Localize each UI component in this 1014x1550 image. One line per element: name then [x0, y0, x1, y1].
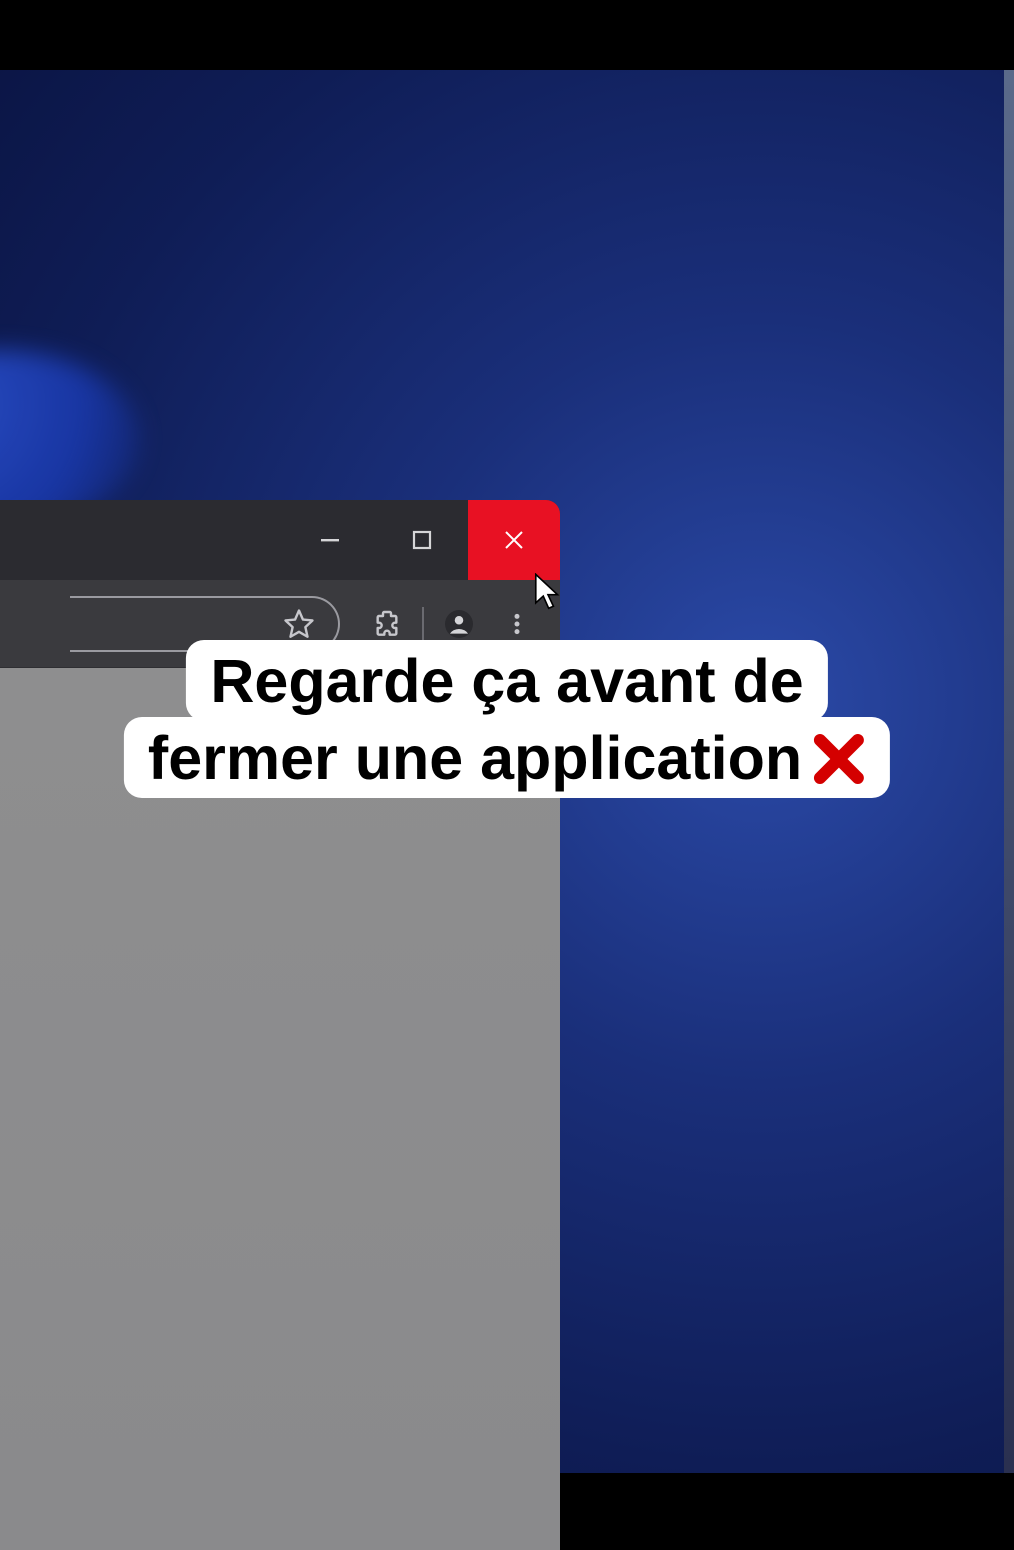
caption-overlay: Regarde ça avant de fermer une applicati… — [124, 640, 890, 798]
cross-mark-icon — [812, 732, 866, 786]
minimize-icon — [320, 530, 340, 550]
extensions-icon — [371, 608, 403, 640]
page-content — [0, 668, 560, 1550]
close-icon — [503, 529, 525, 551]
caption-line-2: fermer une application — [124, 717, 890, 798]
caption-line-1: Regarde ça avant de — [186, 640, 827, 721]
letterbox-top — [0, 0, 1014, 70]
maximize-button[interactable] — [376, 500, 468, 580]
monitor-edge — [1004, 70, 1014, 1473]
close-button[interactable] — [468, 500, 560, 580]
window-titlebar — [0, 500, 560, 580]
star-icon — [282, 607, 316, 641]
profile-icon — [443, 608, 475, 640]
maximize-icon — [412, 530, 432, 550]
minimize-button[interactable] — [284, 500, 376, 580]
caption-text-2: fermer une application — [148, 725, 802, 792]
kebab-menu-icon — [504, 608, 530, 640]
toolbar-divider — [422, 607, 424, 641]
mouse-cursor — [534, 573, 562, 611]
